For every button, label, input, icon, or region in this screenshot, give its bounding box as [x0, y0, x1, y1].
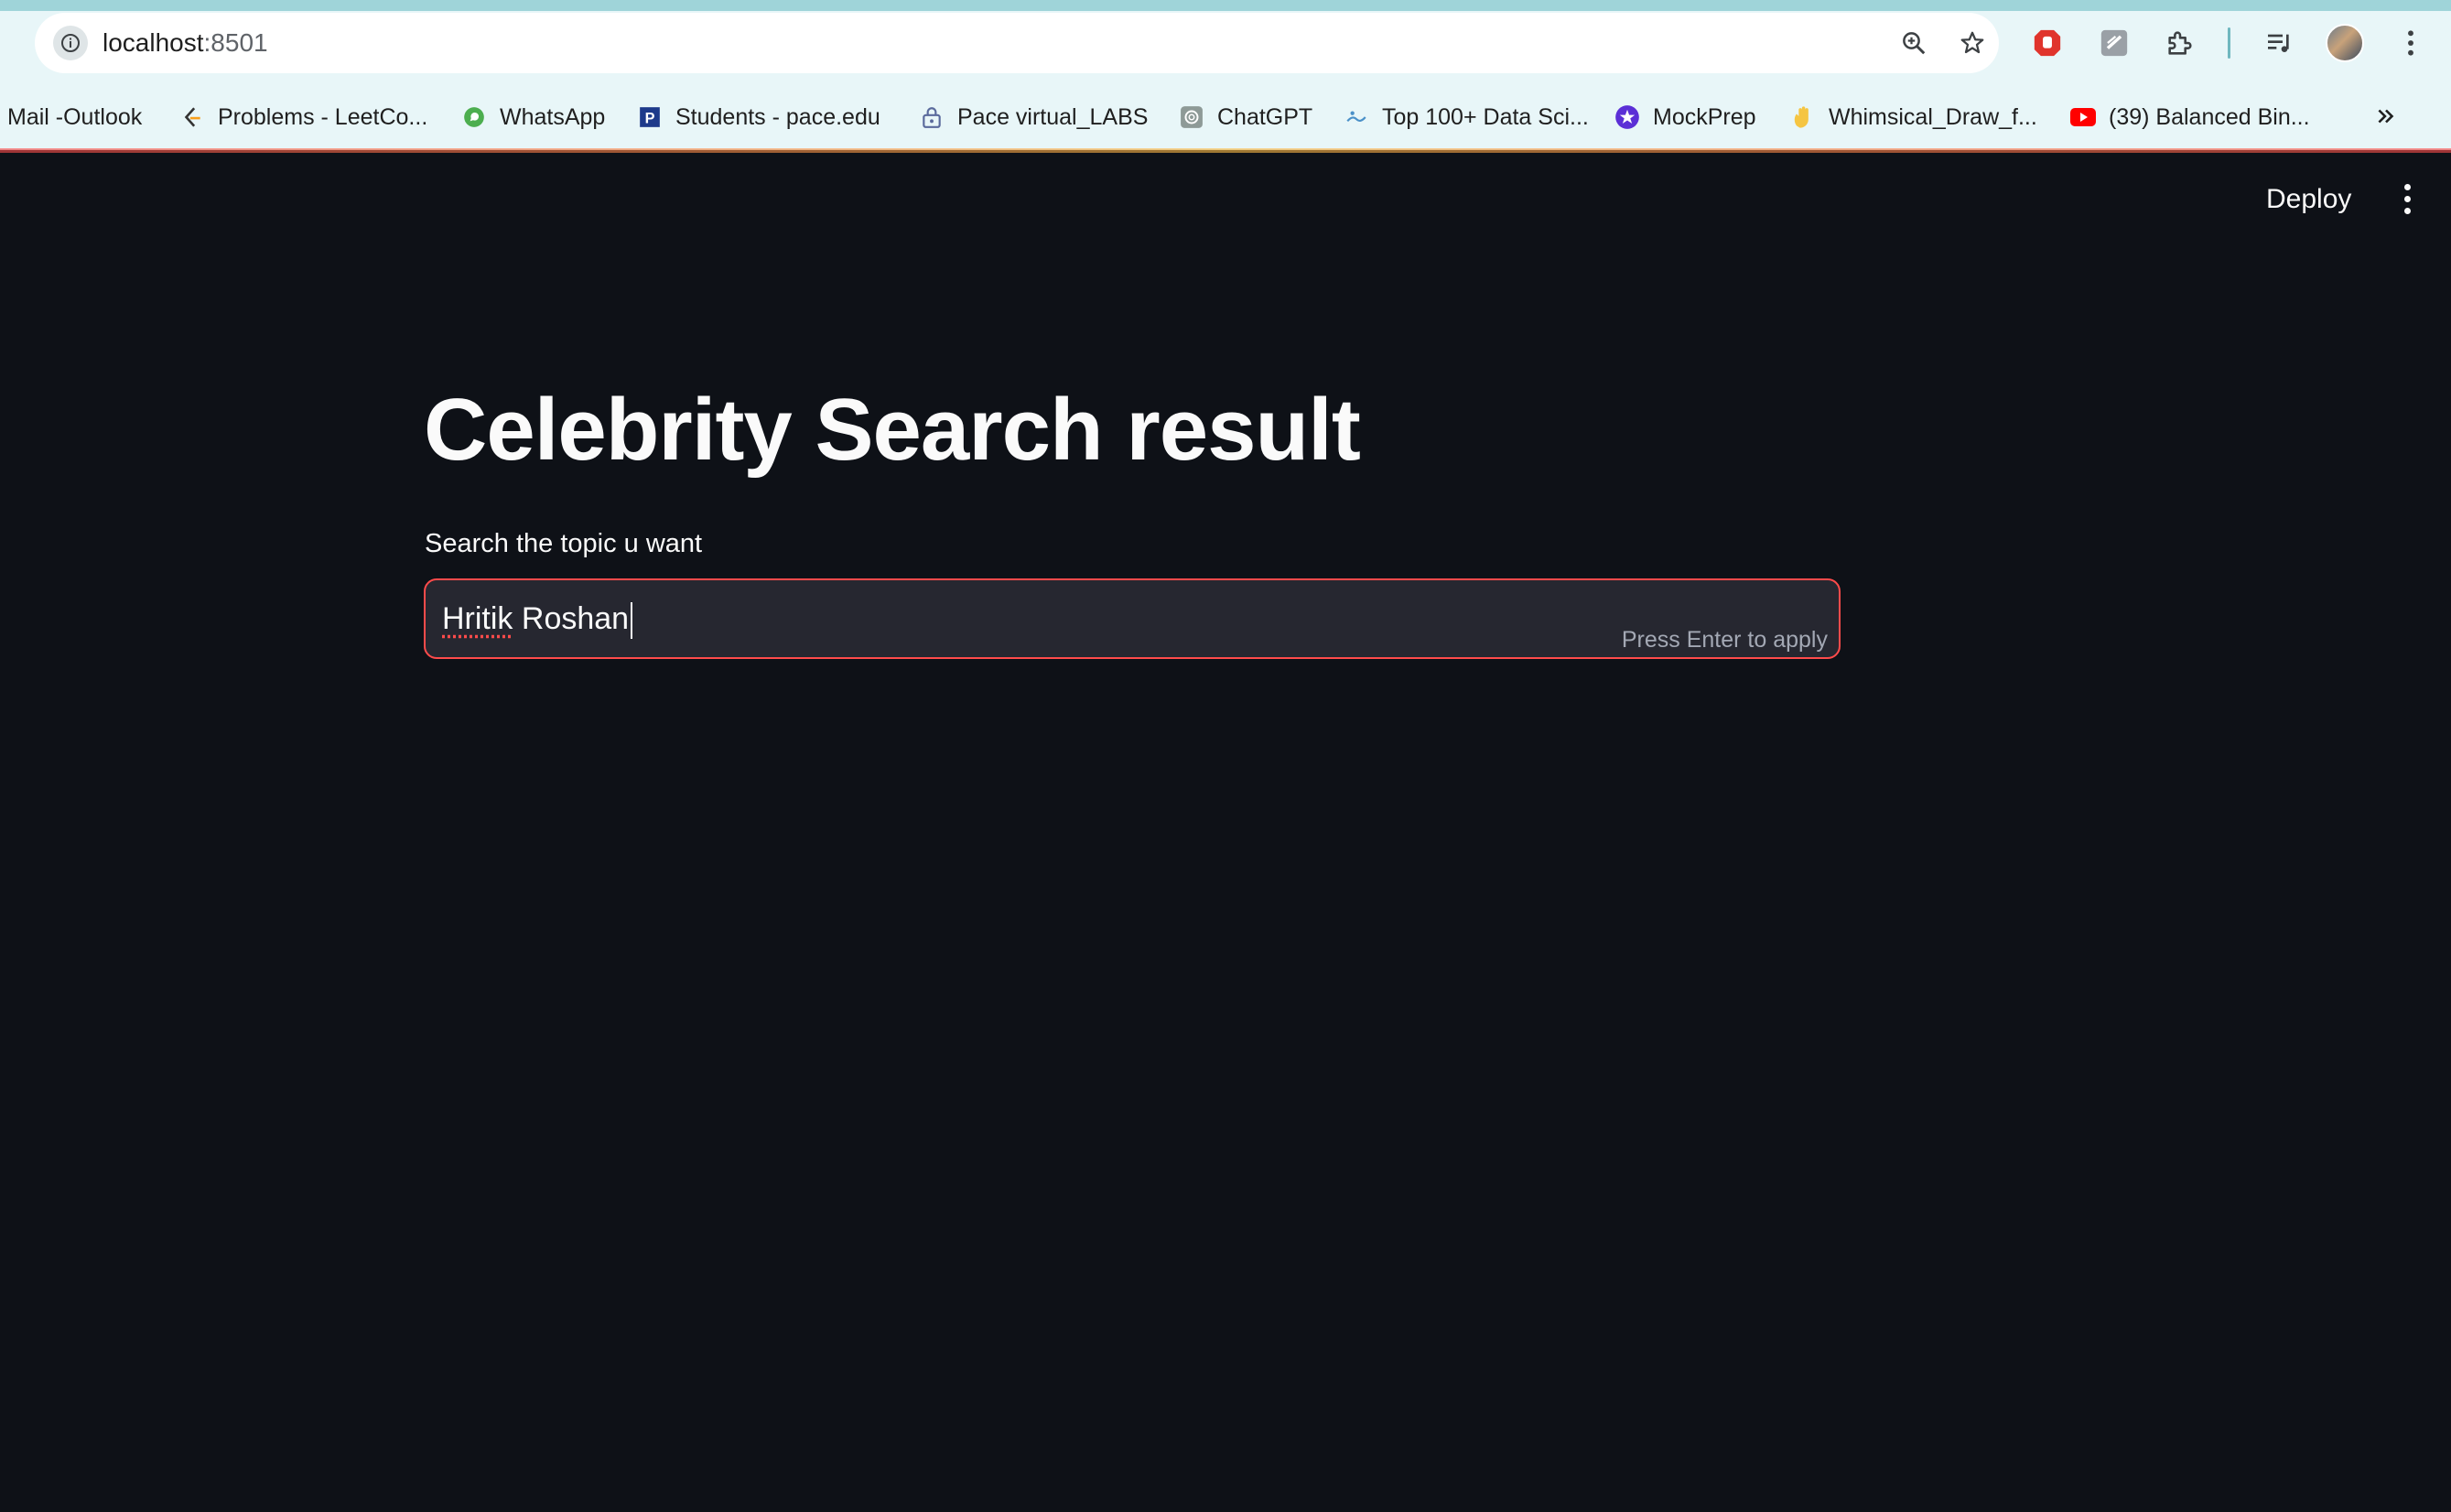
browser-chrome: localhost:8501 Mail -Outlook Problems - … [0, 0, 2451, 150]
search-input-label: Search the topic u want [425, 529, 703, 558]
input-value-rest: Roshan [513, 601, 630, 636]
toolbar-separator [2228, 27, 2230, 59]
youtube-icon [2070, 104, 2096, 130]
pace-icon: P [637, 104, 663, 130]
url-text[interactable]: localhost:8501 [103, 13, 268, 73]
zoom-icon[interactable] [1896, 26, 1931, 60]
bookmark-label: ChatGPT [1217, 103, 1313, 130]
bookmark-chatgpt[interactable]: ChatGPT [1179, 92, 1312, 143]
address-bar[interactable]: localhost:8501 [35, 13, 1999, 73]
svg-text:P: P [645, 111, 655, 127]
bookmark-youtube[interactable]: (39) Balanced Bin... [2070, 92, 2310, 143]
leetcode-icon [179, 104, 205, 130]
site-info-icon[interactable] [53, 26, 88, 60]
whatsapp-icon [461, 104, 487, 130]
text-caret [631, 602, 633, 640]
url-host: localhost [103, 28, 204, 57]
bookmarks-bar: Mail -Outlook Problems - LeetCo... Whats… [0, 92, 2451, 143]
spellcheck-word: Hritik [442, 601, 513, 636]
bookmark-label: Top 100+ Data Sci... [1382, 103, 1589, 130]
bookmark-whatsapp[interactable]: WhatsApp [461, 92, 605, 143]
bookmark-label: Students - pace.edu [675, 103, 880, 130]
url-port: :8501 [203, 28, 268, 57]
stylus-extension-icon[interactable] [2096, 25, 2132, 61]
deploy-button[interactable]: Deploy [2248, 178, 2370, 221]
input-hint: Press Enter to apply [1621, 627, 1828, 653]
wave-hand-icon [1790, 104, 1816, 130]
bookmark-label: (39) Balanced Bin... [2109, 103, 2310, 130]
page-root: localhost:8501 Mail -Outlook Problems - … [0, 0, 2451, 1512]
extensions-puzzle-icon[interactable] [2162, 25, 2198, 61]
profile-avatar[interactable] [2326, 24, 2364, 62]
bookmark-label: MockPrep [1653, 103, 1756, 130]
bookmark-data-sci[interactable]: Top 100+ Data Sci... [1344, 92, 1589, 143]
bookmark-outlook[interactable]: Mail -Outlook [7, 92, 142, 143]
bookmark-whimsical[interactable]: Whimsical_Draw_f... [1790, 92, 2037, 143]
bookmark-mockprep[interactable]: MockPrep [1614, 92, 1756, 143]
app-header: Deploy [0, 153, 2451, 244]
bookmark-label: Pace virtual_LABS [957, 103, 1149, 130]
bookmark-pace[interactable]: P Students - pace.edu [637, 92, 880, 143]
media-controls-icon[interactable] [2261, 25, 2297, 61]
chatgpt-icon [1179, 104, 1204, 130]
bookmark-label: Whimsical_Draw_f... [1829, 103, 2037, 130]
bookmark-label: WhatsApp [500, 103, 606, 130]
bookmark-pace-labs[interactable]: Pace virtual_LABS [919, 92, 1148, 143]
search-input[interactable]: Hritik Roshan Press Enter to apply [424, 578, 1841, 659]
data-sci-icon [1344, 104, 1369, 130]
main-menu-icon[interactable] [2389, 180, 2425, 217]
browser-menu-icon[interactable] [2392, 25, 2429, 61]
page-title: Celebrity Search result [424, 381, 1361, 479]
tab-strip [0, 0, 2451, 11]
adblock-extension-icon[interactable] [2029, 25, 2066, 61]
bookmarks-overflow-icon[interactable] [2370, 101, 2402, 132]
mockprep-icon [1614, 104, 1640, 130]
lock-icon [919, 104, 945, 130]
bookmark-leetcode[interactable]: Problems - LeetCo... [179, 92, 427, 143]
search-input-value[interactable]: Hritik Roshan [442, 580, 633, 657]
bookmark-label: Problems - LeetCo... [218, 103, 428, 130]
bookmark-label: Mail -Outlook [7, 103, 143, 130]
bookmark-star-icon[interactable] [1955, 26, 1990, 60]
